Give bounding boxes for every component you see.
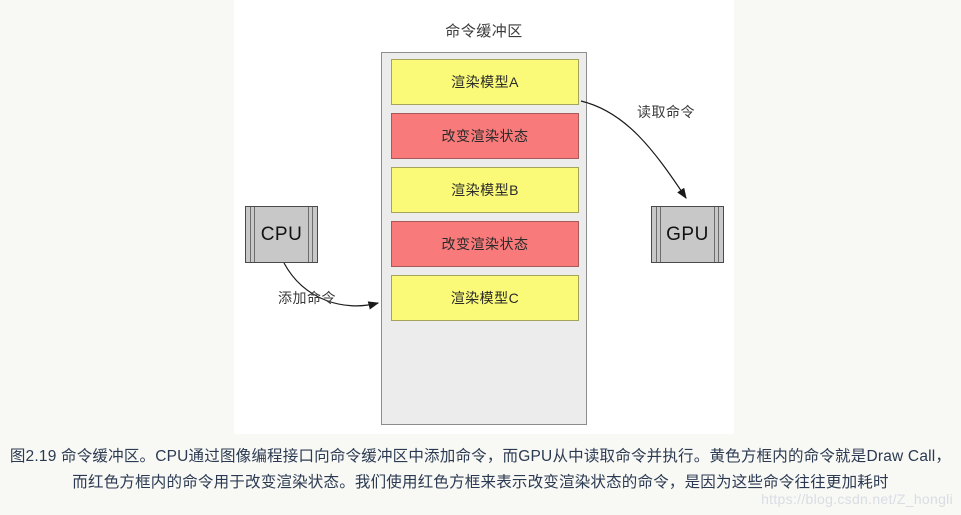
command-box-render-model-a: 渲染模型A [391,59,579,105]
command-box-render-model-c: 渲染模型C [391,275,579,321]
read-command-label: 读取命令 [637,104,695,120]
command-box-render-model-b: 渲染模型B [391,167,579,213]
gpu-box: GPU [651,206,724,263]
diagram-title: 命令缓冲区 [445,23,523,40]
figure-caption: 图2.19 命令缓冲区。CPU通过图像编程接口向命令缓冲区中添加命令，而GPU从… [0,444,961,496]
command-box-state-change-1: 改变渲染状态 [391,113,579,159]
cpu-box: CPU [245,206,318,263]
caption-line-1: 图2.19 命令缓冲区。CPU通过图像编程接口向命令缓冲区中添加命令，而GPU从… [9,448,952,465]
command-box-state-change-2: 改变渲染状态 [391,221,579,267]
gpu-label: GPU [666,223,709,245]
command-buffer-container: 渲染模型A 改变渲染状态 渲染模型B 改变渲染状态 渲染模型C [381,52,587,425]
add-command-label: 添加命令 [278,290,336,306]
watermark: https://blog.csdn.net/Z_hongli [761,491,953,507]
cpu-label: CPU [260,223,303,245]
figure-canvas: 命令缓冲区 渲染模型A 改变渲染状态 渲染模型B 改变渲染状态 渲染模型C CP… [234,0,734,434]
